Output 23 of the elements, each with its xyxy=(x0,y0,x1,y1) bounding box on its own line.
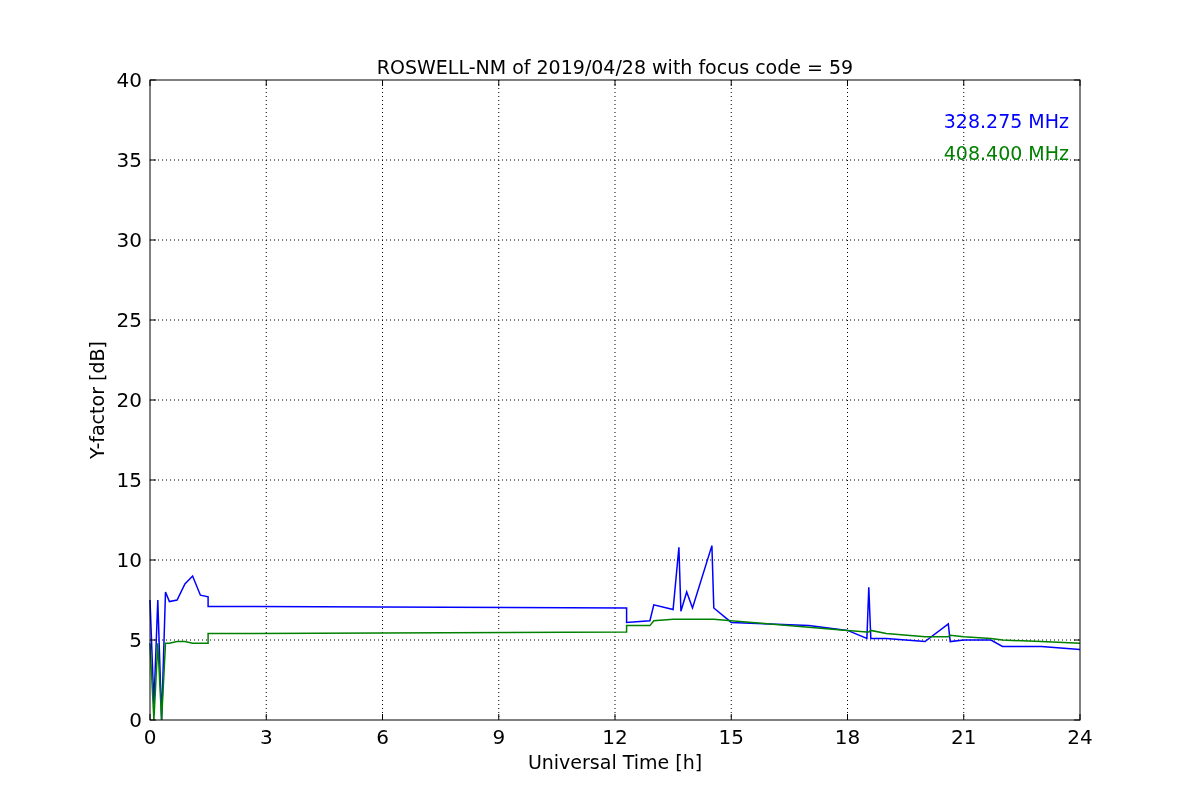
tick-label: 0 xyxy=(129,708,142,732)
tick-label: 9 xyxy=(492,725,506,749)
tick-label: 30 xyxy=(116,228,142,252)
tick-label: 3 xyxy=(259,725,273,749)
tick-label: 24 xyxy=(1067,725,1093,749)
tick-label: 40 xyxy=(116,68,142,92)
chart-title: ROSWELL-NM of 2019/04/28 with focus code = 59 xyxy=(376,56,854,78)
tick-label: 35 xyxy=(116,148,142,172)
tick-label: 18 xyxy=(834,725,861,749)
y-axis-label: Y-factor [dB] xyxy=(86,341,108,459)
tick-label: 0 xyxy=(143,725,157,749)
tick-label: 25 xyxy=(116,308,142,332)
tick-label: 12 xyxy=(602,725,628,749)
tick-label: 15 xyxy=(116,468,142,492)
tick-label: 6 xyxy=(376,725,389,749)
tick-label: 21 xyxy=(951,725,977,749)
tick-label: 20 xyxy=(116,388,142,412)
tick-label: 5 xyxy=(129,628,142,652)
tick-label: 15 xyxy=(718,725,744,749)
legend-label: 408.400 MHz xyxy=(943,142,1069,164)
tick-label: 10 xyxy=(116,548,142,572)
x-axis-label: Universal Time [h] xyxy=(527,751,703,773)
legend-label: 328.275 MHz xyxy=(943,110,1069,132)
